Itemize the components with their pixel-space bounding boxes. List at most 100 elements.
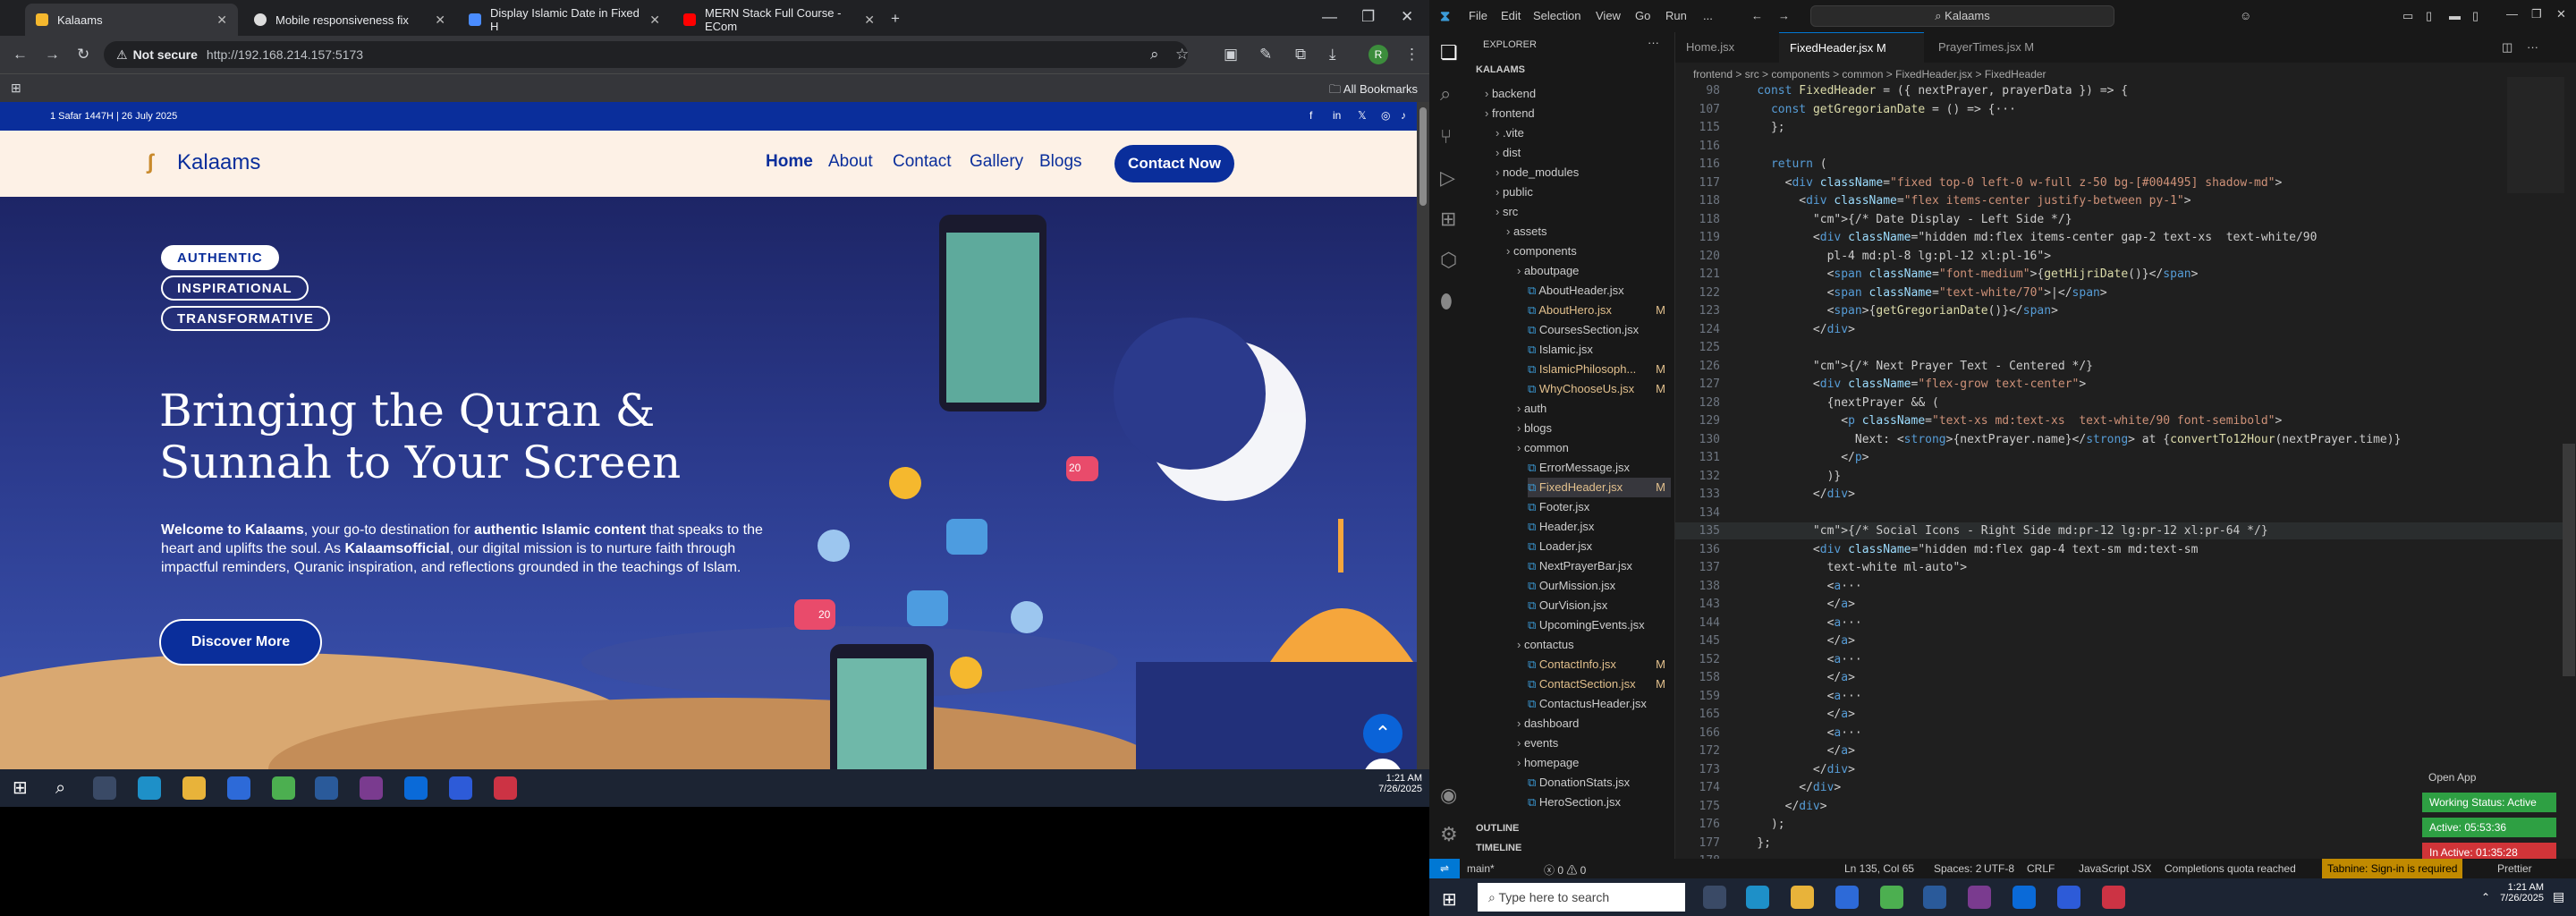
menu-more[interactable]: ... (1703, 9, 1713, 22)
scroll-top-button[interactable]: ⌃ (1363, 714, 1402, 753)
tree-folder[interactable]: › node_modules (1496, 163, 1671, 182)
facebook-icon[interactable]: f (1309, 109, 1312, 122)
tray-chevron-icon[interactable]: ⌃ (2481, 891, 2490, 903)
tree-file[interactable]: ⧉ IslamicPhilosoph... M (1528, 360, 1671, 379)
windows-start-icon[interactable]: ⊞ (1442, 888, 1457, 911)
store-icon[interactable] (227, 776, 250, 800)
explorer-icon[interactable]: ❏ (1440, 41, 1458, 64)
menu-kebab-icon[interactable]: ⋮ (1404, 47, 1419, 62)
tree-file[interactable]: ⧉ NextPrayerBar.jsx (1528, 556, 1671, 576)
code-line[interactable]: 138 <a··· (1675, 578, 2570, 595)
minimize-icon[interactable]: — (1322, 9, 1337, 24)
maximize-icon[interactable]: ❐ (2531, 7, 2542, 21)
command-center[interactable]: ⌕ Kalaams (1810, 5, 2114, 27)
bookmark-star-icon[interactable]: ☆ (1175, 47, 1189, 62)
tree-folder[interactable]: › contactus (1517, 635, 1671, 655)
menu-edit[interactable]: Edit (1501, 9, 1521, 22)
github-desktop-icon[interactable] (360, 776, 383, 800)
brand-logo-icon[interactable]: ʃ (147, 150, 154, 175)
back-icon[interactable]: ← (13, 47, 28, 62)
new-tab-icon[interactable]: + (891, 11, 900, 26)
store-icon[interactable] (1835, 886, 1859, 909)
tab-kalaams[interactable]: Kalaams ✕ (25, 4, 238, 36)
page-scrollbar[interactable] (1417, 102, 1429, 769)
tree-file[interactable]: ⧉ Islamic.jsx (1528, 340, 1671, 360)
minimap[interactable] (2507, 77, 2564, 193)
code-line[interactable]: 129 <p className="text-xs md:text-xs tex… (1675, 412, 2570, 429)
menu-file[interactable]: File (1469, 9, 1487, 22)
code-line[interactable]: 116 return ( (1675, 156, 2570, 173)
nav-home[interactable]: Home (766, 152, 813, 172)
code-line[interactable]: 123 <span>{getGregorianDate()}</span> (1675, 302, 2570, 319)
code-line[interactable]: 119 <div className="hidden md:flex items… (1675, 229, 2570, 246)
account-icon[interactable]: ◉ (1440, 784, 1457, 807)
chrome-icon[interactable] (1880, 886, 1903, 909)
extensions-icon[interactable]: ⊞ (1440, 208, 1456, 231)
chrome-icon[interactable] (272, 776, 295, 800)
maximize-icon[interactable]: ❐ (1361, 9, 1375, 24)
download-icon[interactable]: ⤓ (1329, 47, 1336, 62)
tree-file[interactable]: ⧉ CoursesSection.jsx (1528, 320, 1671, 340)
tree-file[interactable]: ⧉ DonationStats.jsx (1528, 773, 1671, 793)
tab-mobile[interactable]: Mobile responsiveness fix ✕ (243, 4, 456, 36)
code-line[interactable]: 137 text-white ml-auto"> (1675, 559, 2570, 576)
notification-icon[interactable]: ▤ (2553, 889, 2564, 904)
extension-icon[interactable]: ▣ (1224, 47, 1238, 62)
tree-folder[interactable]: › .vite (1496, 123, 1671, 143)
open-app-button[interactable]: Open App (2428, 771, 2476, 784)
tree-file[interactable]: ⧉ FixedHeader.jsx M (1528, 478, 1671, 497)
code-line[interactable]: 133 </div> (1675, 486, 2570, 503)
prettier-status[interactable]: Prettier (2497, 862, 2532, 875)
tab-fixedheader-jsx[interactable]: FixedHeader.jsx M (1779, 32, 1924, 63)
close-icon[interactable]: ✕ (864, 13, 875, 28)
close-icon[interactable]: ✕ (435, 13, 445, 28)
tree-file[interactable]: ⧉ Loader.jsx (1528, 537, 1671, 556)
language-mode[interactable]: JavaScript JSX (2079, 862, 2151, 875)
app-icon[interactable] (2102, 886, 2125, 909)
code-line[interactable]: 121 <span className="font-medium">{getHi… (1675, 266, 2570, 283)
code-line[interactable]: 158 </a> (1675, 669, 2570, 686)
brand-name[interactable]: Kalaams (177, 150, 260, 175)
discover-more-button[interactable]: Discover More (159, 619, 322, 666)
tree-file[interactable]: ⧉ Footer.jsx (1528, 497, 1671, 517)
indentation[interactable]: Spaces: 2 (1934, 862, 1981, 875)
code-line[interactable]: 126 "cm">{/* Next Prayer Text - Centered… (1675, 358, 2570, 375)
vscode-alt-icon[interactable] (1923, 886, 1946, 909)
source-control-icon[interactable]: ⑂ (1440, 125, 1452, 148)
nav-blogs[interactable]: Blogs (1039, 152, 1082, 172)
secondary-sidebar-icon[interactable]: ▯ (2472, 9, 2479, 23)
reload-icon[interactable]: ↻ (77, 47, 89, 62)
instagram-icon[interactable]: ◎ (1381, 109, 1390, 122)
search-icon[interactable]: ⌕ (55, 779, 65, 797)
code-line[interactable]: 124 </div> (1675, 321, 2570, 338)
github-desktop-icon[interactable] (1968, 886, 1991, 909)
file-explorer-icon[interactable] (1791, 886, 1814, 909)
code-line[interactable]: 118 "cm">{/* Date Display - Left Side */… (1675, 211, 2570, 228)
tabnine-status[interactable]: Tabnine: Sign-in is required (2322, 859, 2463, 878)
copilot-icon[interactable]: ☺ (2240, 9, 2251, 22)
tiktok-icon[interactable]: ♪ (1401, 109, 1406, 122)
tree-file[interactable]: ⧉ OurVision.jsx (1528, 596, 1671, 615)
taskbar-search-box[interactable]: ⌕ Type here to search (1478, 883, 1685, 912)
code-line[interactable]: 134 (1675, 505, 2570, 522)
remote-indicator-icon[interactable]: ⇌ (1429, 859, 1460, 878)
code-line[interactable]: 107 const getGregorianDate = () => {··· (1675, 101, 2570, 118)
tree-file[interactable]: ⧉ OurMission.jsx (1528, 576, 1671, 596)
code-line[interactable]: 152 <a··· (1675, 651, 2570, 668)
code-line[interactable]: 118 <div className="flex items-center ju… (1675, 192, 2570, 209)
tree-file[interactable]: ⧉ ContactSection.jsx M (1528, 674, 1671, 694)
remote-icon[interactable]: ⬡ (1440, 249, 1457, 272)
code-line[interactable]: 131 </p> (1675, 449, 2570, 466)
profile-avatar[interactable]: R (1368, 45, 1388, 64)
breadcrumb[interactable]: frontend > src > components > common > F… (1693, 68, 2046, 81)
tree-file[interactable]: ⧉ HeroSection.jsx (1528, 793, 1671, 812)
tab-home-jsx[interactable]: Home.jsx (1675, 32, 1775, 63)
code-line[interactable]: 127 <div className="flex-grow text-cente… (1675, 376, 2570, 393)
tree-file[interactable]: ⧉ Header.jsx (1528, 517, 1671, 537)
code-line[interactable]: 98 const FixedHeader = ({ nextPrayer, pr… (1675, 82, 2570, 99)
forward-icon[interactable]: → (1778, 9, 1790, 22)
tree-folder[interactable]: › public (1496, 182, 1671, 202)
timeline-section[interactable]: TIMELINE (1476, 843, 1521, 853)
zoom-icon[interactable]: ⌕ (1150, 47, 1159, 62)
tree-folder[interactable]: › assets (1506, 222, 1671, 242)
